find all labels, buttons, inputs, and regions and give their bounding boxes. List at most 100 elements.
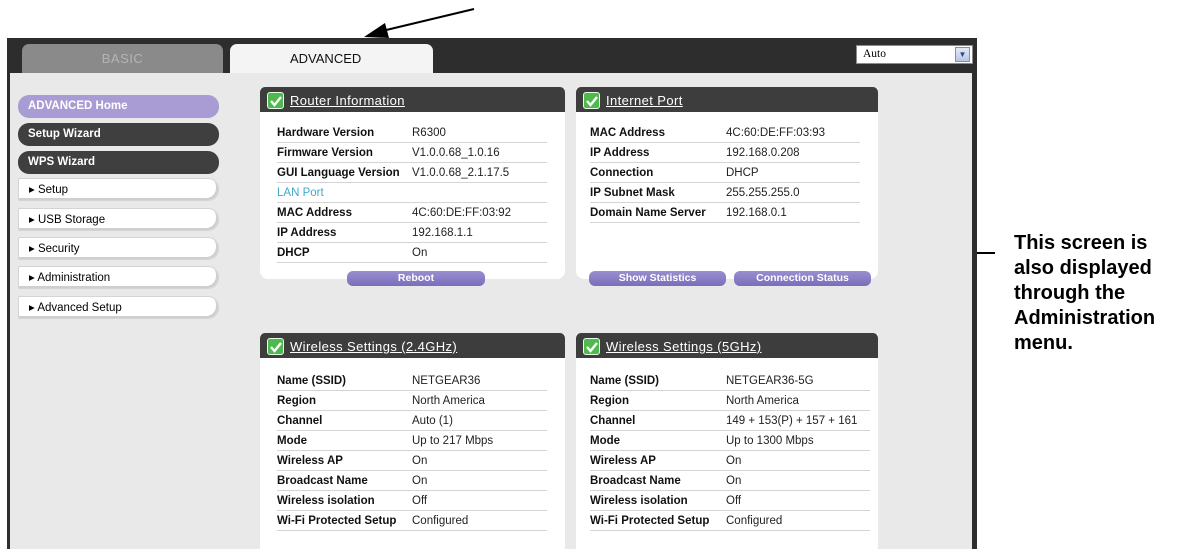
wireless-5ghz-title[interactable]: Wireless Settings (5GHz) [606,339,762,354]
row-value: V1.0.0.68_1.0.16 [412,147,500,159]
info-row: IP Address 192.168.0.208 [590,144,860,163]
wireless-5ghz-panel: Wireless Settings (5GHz) Name (SSID) NETG… [576,333,878,554]
lan-port-label: LAN Port [277,187,324,199]
info-row: Broadcast Name On [590,472,870,491]
row-key: Connection [590,167,654,179]
row-key: Region [277,395,316,407]
row-key: Broadcast Name [277,475,368,487]
check-icon [583,338,600,355]
row-value: NETGEAR36 [412,375,481,387]
language-select[interactable]: Auto ▼ [856,45,973,64]
sidebar-item-advanced-setup[interactable]: ▸ Advanced Setup [18,296,219,319]
info-row: GUI Language Version V1.0.0.68_2.1.17.5 [277,164,547,183]
info-row: DHCP On [277,244,547,263]
sidebar-item-advanced-home[interactable]: ADVANCED Home [18,95,219,118]
row-key: Domain Name Server [590,207,706,219]
annotation-line: through the [1014,282,1126,304]
info-row: MAC Address 4C:60:DE:FF:03:93 [590,124,860,143]
reboot-button[interactable]: Reboot [347,271,485,286]
lan-port-row: LAN Port [277,184,547,203]
row-value: R6300 [412,127,446,139]
row-key: Mode [277,435,308,447]
internet-port-title[interactable]: Internet Port [606,93,683,108]
info-row: Name (SSID) NETGEAR36-5G [590,372,870,391]
row-key: Broadcast Name [590,475,681,487]
annotation-line: also displayed [1014,257,1152,279]
row-value: Off [726,495,742,507]
chevron-down-icon[interactable]: ▼ [955,47,970,62]
row-key: IP Address [277,227,337,239]
row-key: Wi-Fi Protected Setup [590,515,710,527]
row-key: IP Address [590,147,650,159]
annotation-line: menu. [1014,332,1073,354]
row-key: Wireless isolation [277,495,375,507]
info-row: Hardware Version R6300 [277,124,547,143]
row-key: Name (SSID) [277,375,347,387]
language-select-value: Auto [863,48,886,60]
sidebar-item-usb-storage[interactable]: ▸ USB Storage [18,208,219,231]
row-value: 4C:60:DE:FF:03:93 [726,127,826,139]
row-key: Hardware Version [277,127,375,139]
row-value: Off [412,495,428,507]
row-value: On [412,247,428,259]
sidebar-item-setup-wizard[interactable]: Setup Wizard [18,123,219,146]
check-icon [267,92,284,109]
main-content: ADVANCED Home Setup Wizard WPS Wizard ▸ … [10,73,972,554]
row-key: IP Subnet Mask [590,187,675,199]
row-key: Name (SSID) [590,375,660,387]
row-value: 255.255.255.0 [726,187,800,199]
row-value: North America [412,395,485,407]
info-row: Broadcast Name On [277,472,547,491]
annotation-note: This screen is also displayed through th… [1014,231,1200,356]
show-statistics-button[interactable]: Show Statistics [589,271,726,286]
info-row: Channel 149 + 153(P) + 157 + 161 [590,412,870,431]
row-value: 149 + 153(P) + 157 + 161 [726,415,858,427]
info-row: Wireless AP On [277,452,547,471]
info-row: IP Subnet Mask 255.255.255.0 [590,184,860,203]
row-key: GUI Language Version [277,167,400,179]
sidebar-item-administration[interactable]: ▸ Administration [18,266,219,289]
check-icon [267,338,284,355]
connection-status-button[interactable]: Connection Status [734,271,871,286]
tab-basic[interactable]: BASIC [22,44,223,73]
row-value: Configured [726,515,783,527]
row-value: 192.168.1.1 [412,227,473,239]
row-value: V1.0.0.68_2.1.17.5 [412,167,510,179]
wireless-24ghz-title[interactable]: Wireless Settings (2.4GHz) [290,339,457,354]
tab-advanced[interactable]: ADVANCED [230,44,433,73]
router-information-panel: Router Information Hardware Version R6300… [260,87,565,286]
info-row: Wireless isolation Off [590,492,870,511]
sidebar-item-security[interactable]: ▸ Security [18,237,219,260]
info-row: Wireless isolation Off [277,492,547,511]
sidebar-item-wps-wizard[interactable]: WPS Wizard [18,151,219,174]
row-key: Firmware Version [277,147,373,159]
info-row: IP Address 192.168.1.1 [277,224,547,243]
check-icon [583,92,600,109]
row-key: Wireless AP [277,455,343,467]
info-row: MAC Address 4C:60:DE:FF:03:92 [277,204,547,223]
info-row: Wireless AP On [590,452,870,471]
info-row: Region North America [590,392,870,411]
info-row: Name (SSID) NETGEAR36 [277,372,547,391]
sidebar-item-setup[interactable]: ▸ Setup [18,178,219,201]
row-value: North America [726,395,799,407]
router-information-title[interactable]: Router Information [290,93,405,108]
row-key: MAC Address [277,207,352,219]
row-key: Wi-Fi Protected Setup [277,515,397,527]
info-row: Region North America [277,392,547,411]
row-key: MAC Address [590,127,665,139]
row-key: Mode [590,435,621,447]
annotation-line: This screen is [1014,232,1148,254]
row-value: 192.168.0.208 [726,147,800,159]
info-row: Firmware Version V1.0.0.68_1.0.16 [277,144,547,163]
row-key: DHCP [277,247,310,259]
info-row: Domain Name Server 192.168.0.1 [590,204,860,223]
row-key: Channel [277,415,323,427]
row-value: On [412,475,428,487]
info-row: Wi-Fi Protected Setup Configured [590,512,870,531]
row-value: On [726,475,742,487]
row-key: Channel [590,415,636,427]
row-key: Wireless isolation [590,495,688,507]
internet-port-panel: Internet Port MAC Address 4C:60:DE:FF:03:… [576,87,878,286]
info-row: Channel Auto (1) [277,412,547,431]
